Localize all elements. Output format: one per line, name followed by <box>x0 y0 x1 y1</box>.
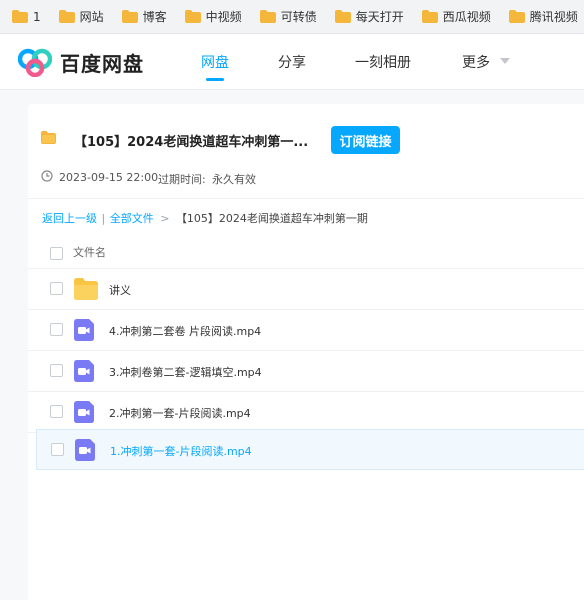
breadcrumb: 返回上一级 | 全部文件 > 【105】2024老闻换道超车冲刺第一期 <box>42 210 368 226</box>
top-header: 百度网盘 网盘 分享 一刻相册 更多 <box>0 34 584 90</box>
bookmark-label: 中视频 <box>205 10 242 24</box>
video-file-icon <box>74 360 94 382</box>
nav-share[interactable]: 分享 <box>278 52 306 72</box>
brand-logo[interactable]: 百度网盘 <box>18 47 144 77</box>
row-checkbox[interactable] <box>50 282 63 295</box>
bookmark-item[interactable]: 每天打开 <box>323 0 410 33</box>
file-row[interactable]: 2.冲刺第一套-片段阅读.mp4 <box>28 392 584 433</box>
folder-icon <box>259 10 276 23</box>
bookmark-item[interactable]: 博客 <box>110 0 173 33</box>
bookmark-label: 腾讯视频 <box>529 10 578 24</box>
file-name[interactable]: 3.冲刺卷第二套-逻辑填空.mp4 <box>109 364 262 380</box>
video-file-icon <box>74 401 94 423</box>
folder-icon <box>41 131 56 144</box>
bookmark-item[interactable]: 西瓜视频 <box>410 0 497 33</box>
folder-icon <box>12 10 28 23</box>
share-time: 2023-09-15 22:00 <box>59 171 159 184</box>
breadcrumb-current: 【105】2024老闻换道超车冲刺第一期 <box>175 212 368 225</box>
nav-netdisk[interactable]: 网盘 <box>201 52 229 72</box>
expire-label: 过期时间: <box>158 173 206 186</box>
file-row[interactable]: 3.冲刺卷第二套-逻辑填空.mp4 <box>28 351 584 392</box>
subscribe-link-button[interactable]: 订阅链接 <box>331 126 400 154</box>
folder-icon <box>334 10 351 23</box>
share-title: 【105】2024老闻换道超车冲刺第一... <box>74 135 309 150</box>
bookmark-item[interactable]: 腾讯视频 <box>497 0 584 33</box>
clock-icon <box>41 170 53 182</box>
bookmark-label: 博客 <box>142 10 167 24</box>
nav-more[interactable]: 更多 <box>462 52 490 72</box>
row-checkbox[interactable] <box>50 364 63 377</box>
breadcrumb-separator: | <box>101 212 106 225</box>
nav-photo-album[interactable]: 一刻相册 <box>355 52 411 72</box>
bookmark-item[interactable]: 网站 <box>47 0 110 33</box>
bookmark-label: 可转债 <box>280 10 317 24</box>
baidu-netdisk-logo-icon <box>18 48 52 77</box>
bookmark-item[interactable]: 1 <box>0 0 47 33</box>
brand-name: 百度网盘 <box>60 51 144 76</box>
divider <box>28 198 584 199</box>
back-link[interactable]: 返回上一级 <box>42 212 97 225</box>
file-name[interactable]: 4.冲刺第二套卷 片段阅读.mp4 <box>109 323 261 339</box>
row-checkbox[interactable] <box>51 443 64 456</box>
bookmark-label: 1 <box>33 9 41 24</box>
video-file-icon <box>75 439 95 461</box>
row-checkbox[interactable] <box>50 405 63 418</box>
bookmark-label: 西瓜视频 <box>442 10 491 24</box>
active-nav-indicator <box>206 78 224 81</box>
bookmark-item[interactable]: 可转债 <box>248 0 323 33</box>
folder-icon <box>508 10 525 23</box>
bookmark-label: 网站 <box>79 10 104 24</box>
share-card: 【105】2024老闻换道超车冲刺第一... 订阅链接 2023-09-15 2… <box>28 104 584 600</box>
file-row-selected[interactable]: 1.冲刺第一套-片段阅读.mp4 <box>36 429 584 470</box>
file-row[interactable]: 讲义 <box>28 269 584 310</box>
expire-value: 永久有效 <box>212 173 256 186</box>
bookmark-item[interactable]: 中视频 <box>173 0 248 33</box>
folder-icon <box>74 278 98 300</box>
column-filename: 文件名 <box>73 246 106 259</box>
file-list-header: 文件名 <box>28 237 584 269</box>
row-checkbox[interactable] <box>50 323 63 336</box>
folder-icon <box>421 10 438 23</box>
chevron-down-icon[interactable] <box>500 58 510 64</box>
all-files-link[interactable]: 全部文件 <box>110 212 154 225</box>
file-name[interactable]: 讲义 <box>109 282 131 298</box>
file-name[interactable]: 1.冲刺第一套-片段阅读.mp4 <box>110 443 252 459</box>
folder-icon <box>58 10 75 23</box>
bookmarks-bar: 1 网站 博客 中视频 可转债 每天打开 西瓜视频 腾讯视频 视频 <box>0 0 584 34</box>
folder-icon <box>184 10 201 23</box>
video-file-icon <box>74 319 94 341</box>
breadcrumb-arrow: > <box>160 212 170 225</box>
folder-icon <box>121 10 138 23</box>
file-row[interactable]: 4.冲刺第二套卷 片段阅读.mp4 <box>28 310 584 351</box>
select-all-checkbox[interactable] <box>50 247 63 260</box>
bookmark-label: 每天打开 <box>355 10 404 24</box>
file-name[interactable]: 2.冲刺第一套-片段阅读.mp4 <box>109 405 251 421</box>
